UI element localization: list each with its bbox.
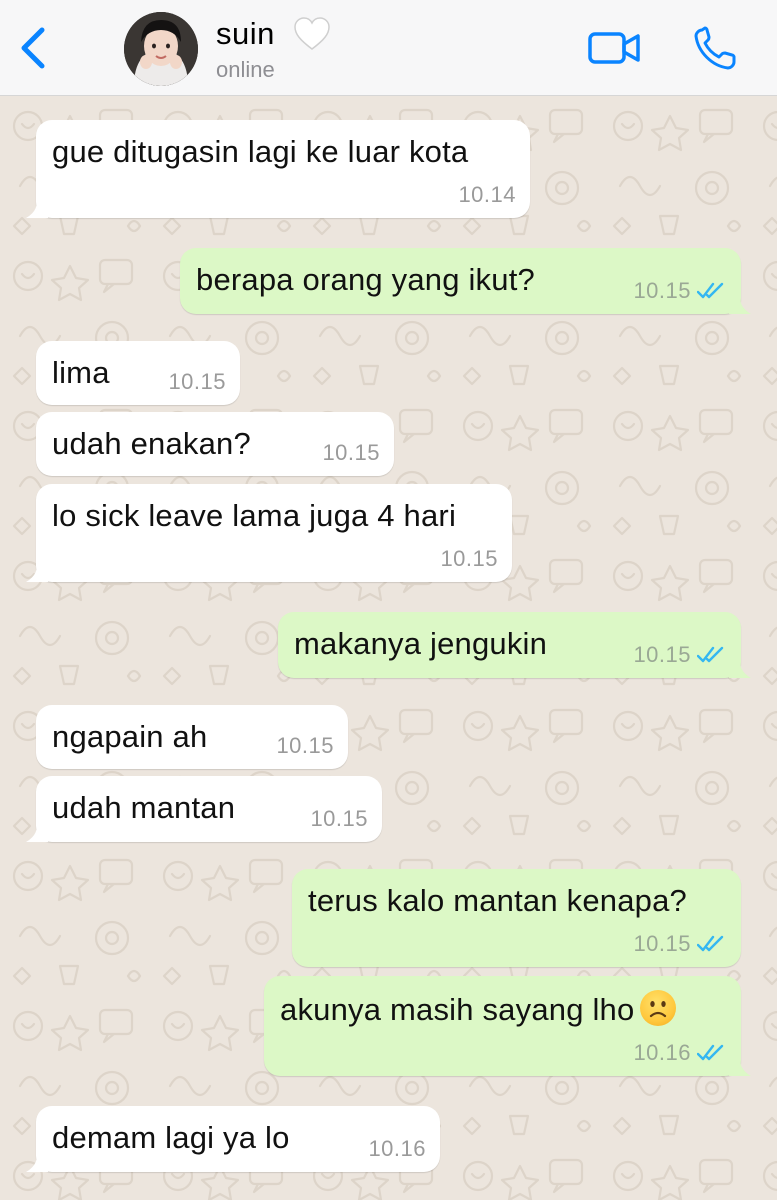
- message-text: udah mantan: [52, 790, 236, 825]
- message-meta: 10.15: [310, 806, 368, 832]
- incoming-message[interactable]: udah enakan? 10.15: [36, 412, 394, 476]
- message-text: udah enakan?: [52, 426, 251, 461]
- bubble-tail: [26, 1150, 48, 1172]
- incoming-message[interactable]: lima 10.15: [36, 341, 240, 405]
- message-meta: 10.15: [633, 931, 727, 957]
- message-text: demam lagi ya lo: [52, 1120, 290, 1155]
- read-receipt-icon: [697, 646, 724, 663]
- bubble-tail: [26, 196, 48, 218]
- message-time: 10.15: [322, 440, 380, 465]
- message-meta: 10.16: [368, 1136, 426, 1162]
- read-receipt-icon: [697, 935, 724, 952]
- message-time: 10.14: [458, 182, 516, 207]
- message-time: 10.16: [368, 1136, 426, 1161]
- message-meta: 10.15: [322, 440, 380, 466]
- chevron-left-icon: [21, 27, 45, 69]
- white-heart-icon: [294, 17, 330, 50]
- message-meta: 10.14: [458, 182, 516, 208]
- incoming-message[interactable]: ngapain ah 10.15: [36, 705, 348, 769]
- bubble-tail: [729, 656, 751, 678]
- bubble-tail: [26, 560, 48, 582]
- incoming-message[interactable]: udah mantan 10.15: [26, 776, 382, 842]
- slightly-frowning-face-icon: [640, 990, 677, 1026]
- incoming-message[interactable]: demam lagi ya lo 10.16: [26, 1106, 440, 1172]
- message-meta: 10.15: [168, 369, 226, 395]
- back-button[interactable]: [14, 24, 54, 72]
- contact-avatar[interactable]: [124, 12, 198, 86]
- message-time: 10.15: [168, 369, 226, 394]
- message-text: lo sick leave lama juga 4 hari: [52, 498, 457, 533]
- outgoing-message[interactable]: makanya jengukin 10.15: [278, 612, 751, 678]
- message-text: lima: [52, 355, 110, 390]
- read-receipt-icon: [697, 282, 724, 299]
- message-list[interactable]: gue ditugasin lagi ke luar kota 10.14 be…: [0, 96, 777, 1200]
- message-text: makanya jengukin: [294, 626, 548, 661]
- message-text: akunya masih sayang lho: [280, 990, 677, 1028]
- message-time: 10.15: [633, 642, 691, 667]
- message-text: berapa orang yang ikut?: [196, 262, 535, 297]
- message-text: ngapain ah: [52, 719, 208, 754]
- bubble-tail: [26, 820, 48, 842]
- video-call-button[interactable]: [586, 28, 644, 68]
- message-meta: 10.15: [633, 642, 727, 668]
- outgoing-message[interactable]: berapa orang yang ikut? 10.15: [180, 248, 751, 314]
- message-text: terus kalo mantan kenapa?: [308, 883, 687, 918]
- message-time: 10.15: [310, 806, 368, 831]
- message-text-content: akunya masih sayang lho: [280, 992, 635, 1027]
- contact-name[interactable]: suin: [216, 16, 275, 52]
- message-text: gue ditugasin lagi ke luar kota: [52, 134, 469, 169]
- avatar-image: [124, 12, 198, 86]
- message-time: 10.15: [633, 278, 691, 303]
- incoming-message[interactable]: gue ditugasin lagi ke luar kota 10.14: [26, 120, 530, 218]
- phone-icon: [694, 26, 736, 70]
- chat-header: suin online: [0, 0, 777, 96]
- message-time: 10.16: [633, 1040, 691, 1065]
- message-meta: 10.16: [633, 1040, 727, 1066]
- bubble-tail: [729, 1054, 751, 1076]
- message-time: 10.15: [440, 546, 498, 571]
- voice-call-button[interactable]: [690, 26, 740, 72]
- contact-status: online: [216, 57, 275, 82]
- incoming-message[interactable]: lo sick leave lama juga 4 hari 10.15: [26, 484, 512, 582]
- message-meta: 10.15: [440, 546, 498, 572]
- bubble-tail: [729, 292, 751, 314]
- message-meta: 10.15: [633, 278, 727, 304]
- message-meta: 10.15: [276, 733, 334, 759]
- message-time: 10.15: [633, 931, 691, 956]
- video-camera-icon: [588, 32, 640, 64]
- outgoing-message[interactable]: akunya masih sayang lho 10.16: [264, 976, 751, 1076]
- message-time: 10.15: [276, 733, 334, 758]
- outgoing-message[interactable]: terus kalo mantan kenapa? 10.15: [292, 869, 741, 967]
- read-receipt-icon: [697, 1044, 724, 1061]
